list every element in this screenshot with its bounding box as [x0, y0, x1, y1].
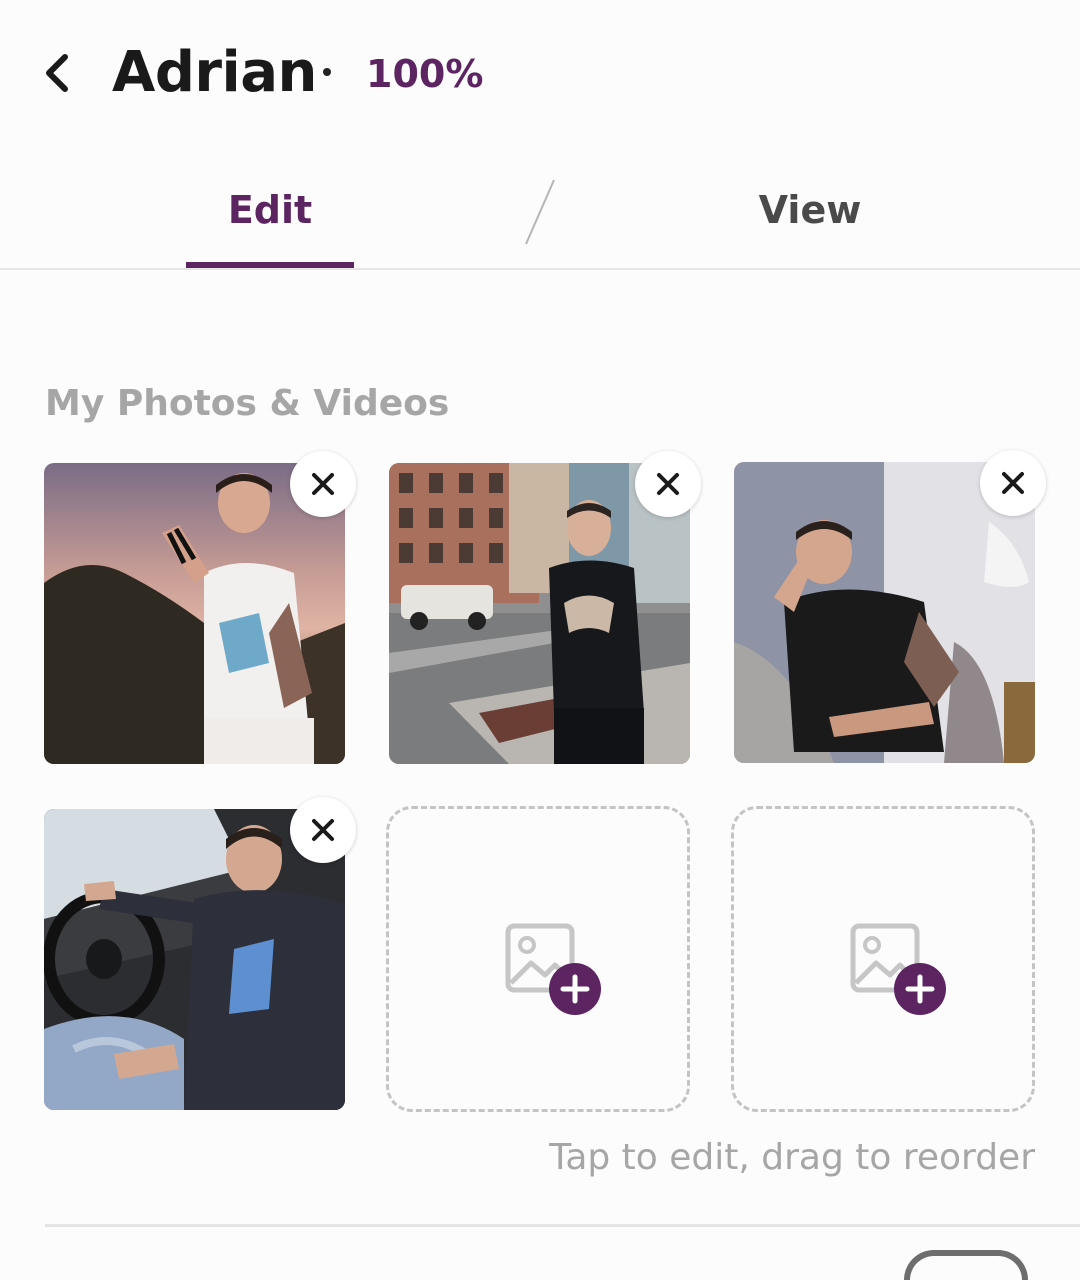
tab-edit[interactable]: Edit [186, 184, 354, 236]
divider [45, 1224, 1080, 1227]
close-icon [1002, 472, 1024, 494]
profile-completion: 100% [366, 52, 484, 96]
add-photo-icon [850, 923, 946, 1015]
chevron-left-icon [46, 54, 68, 92]
photo-tile[interactable] [389, 451, 701, 764]
add-photo-slot[interactable] [386, 806, 690, 1112]
remove-photo-button[interactable] [290, 797, 356, 863]
toggle-switch[interactable] [904, 1250, 1028, 1280]
header: Adrian 100% [0, 0, 1080, 150]
separator-dot [323, 68, 331, 76]
remove-photo-button[interactable] [635, 451, 701, 517]
remove-photo-button[interactable] [980, 450, 1046, 516]
photo-tile[interactable] [44, 451, 356, 764]
close-icon [657, 473, 679, 495]
remove-photo-button[interactable] [290, 451, 356, 517]
close-icon [312, 473, 334, 495]
add-photo-slot[interactable] [731, 806, 1035, 1112]
tab-bar: Edit View [0, 160, 1080, 270]
tab-view[interactable]: View [710, 184, 910, 236]
close-icon [312, 819, 334, 841]
photo-tile[interactable] [44, 797, 356, 1110]
back-button[interactable] [30, 44, 86, 102]
tab-divider [525, 179, 555, 245]
add-photo-icon [505, 923, 601, 1015]
reorder-hint: Tap to edit, drag to reorder [549, 1137, 1035, 1178]
profile-name: Adrian [112, 40, 317, 105]
active-tab-indicator [186, 262, 354, 268]
section-title: My Photos & Videos [45, 383, 450, 424]
photo-tile[interactable] [734, 450, 1046, 763]
